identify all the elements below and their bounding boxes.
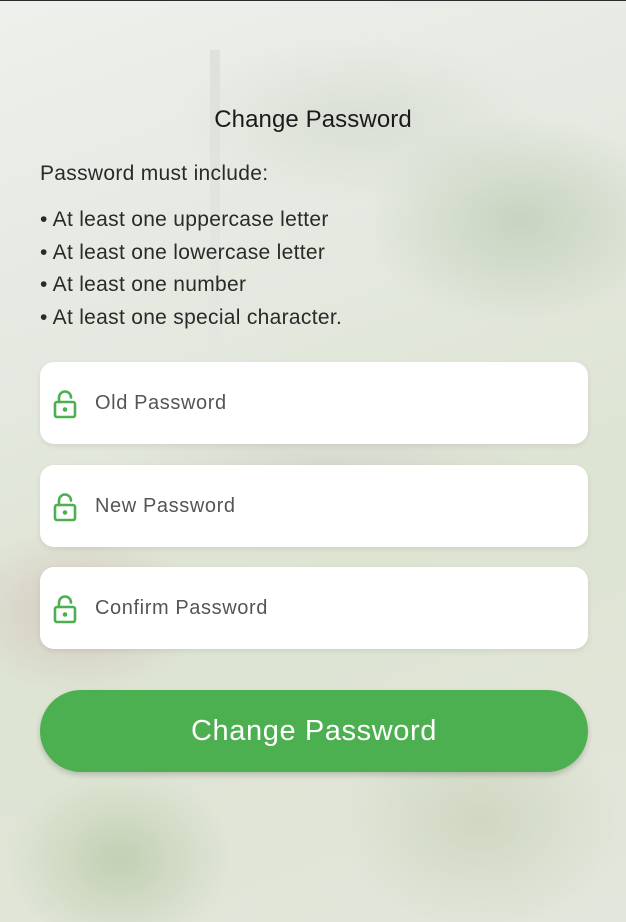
confirm-password-field[interactable]: Confirm Password xyxy=(40,567,588,649)
rule-number: At least one number xyxy=(40,269,342,302)
page-title: Change Password xyxy=(214,106,412,133)
old-password-placeholder: Old Password xyxy=(95,391,227,414)
rule-special-character: At least one special character. xyxy=(40,302,342,335)
rule-uppercase: At least one uppercase letter xyxy=(40,204,342,237)
new-password-placeholder: New Password xyxy=(95,494,236,517)
lock-open-icon xyxy=(53,493,77,522)
password-rules-intro: Password must include: xyxy=(40,162,269,185)
lock-open-icon xyxy=(53,595,77,624)
rule-lowercase: At least one lowercase letter xyxy=(40,237,342,270)
change-password-screen: Change Password Password must include: A… xyxy=(0,0,626,922)
new-password-field[interactable]: New Password xyxy=(40,465,588,547)
lock-open-icon xyxy=(53,390,77,419)
old-password-field[interactable]: Old Password xyxy=(40,362,588,444)
confirm-password-placeholder: Confirm Password xyxy=(95,596,268,619)
password-rules-list: At least one uppercase letter At least o… xyxy=(40,204,342,335)
change-password-button[interactable]: Change Password xyxy=(40,690,588,772)
